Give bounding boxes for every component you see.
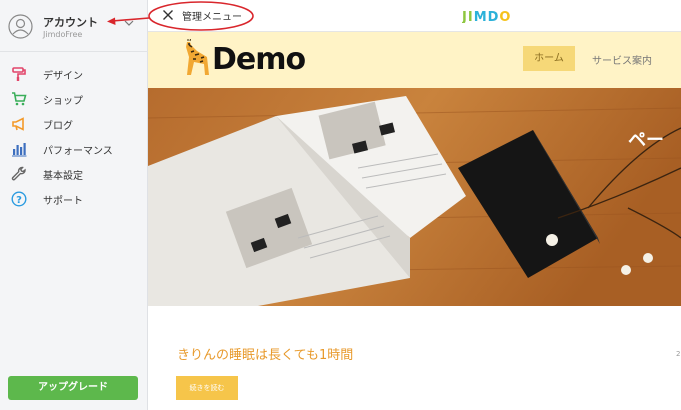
side-number: 2 [676, 350, 681, 358]
account-plan: JimdoFree [43, 30, 83, 39]
sidebar-item-label: デザイン [43, 71, 83, 82]
blog-post-title[interactable]: きりんの睡眠は長くても1時間 [177, 344, 353, 363]
site-header: Demo ホーム サービス案内 [148, 32, 681, 88]
hero-heading: ペー [628, 130, 664, 151]
account-switcher[interactable]: アカウント JimdoFree [0, 0, 148, 52]
sidebar-item-blog[interactable]: ブログ [0, 112, 148, 136]
help-circle-icon: ? [11, 191, 27, 207]
nav-home[interactable]: ホーム [523, 46, 575, 71]
sidebar-item-settings[interactable]: 基本設定 [0, 162, 148, 186]
shopping-cart-icon [12, 92, 27, 106]
svg-text:?: ? [16, 195, 22, 206]
wrench-icon [11, 166, 26, 181]
bar-chart-icon [12, 143, 27, 157]
admin-menu-label[interactable]: 管理メニュー [182, 8, 242, 23]
admin-topbar: 管理メニュー JIMDO [148, 0, 681, 32]
jimdo-logo: JIMDO [462, 10, 511, 23]
sidebar-item-shop[interactable]: ショップ [0, 87, 148, 111]
sidebar-item-label: パフォーマンス [43, 146, 113, 157]
close-icon[interactable] [162, 9, 174, 21]
paint-roller-icon [12, 67, 26, 81]
admin-sidebar: アカウント JimdoFree デザイン ショップ ブログ パフォーマンス 基本… [0, 0, 148, 410]
jimdo-editor-screen: アカウント JimdoFree デザイン ショップ ブログ パフォーマンス 基本… [0, 0, 681, 410]
sidebar-item-label: サポート [43, 196, 83, 207]
sidebar-item-label: 基本設定 [43, 171, 83, 182]
sidebar-item-label: ショップ [43, 96, 83, 107]
sidebar-item-performance[interactable]: パフォーマンス [0, 137, 148, 161]
account-name: アカウント [43, 16, 98, 29]
user-avatar-icon [8, 14, 33, 39]
sidebar-item-design[interactable]: デザイン [0, 62, 148, 86]
upgrade-button[interactable]: アップグレード [8, 376, 138, 400]
nav-service[interactable]: サービス案内 [592, 52, 652, 67]
hero-image [148, 88, 681, 306]
sidebar-item-support[interactable]: ? サポート [0, 187, 148, 211]
website-preview: Demo ホーム サービス案内 ペー きりんの睡眠は長くても1時間 続きを読む … [148, 32, 681, 410]
sidebar-item-label: ブログ [43, 121, 73, 132]
read-more-button[interactable]: 続きを読む [176, 376, 238, 400]
svg-text:JIMDO: JIMDO [462, 10, 511, 23]
site-logo-text[interactable]: Demo [212, 42, 306, 77]
megaphone-icon [12, 117, 24, 131]
giraffe-logo-icon [186, 39, 209, 75]
chevron-down-icon [124, 20, 134, 26]
